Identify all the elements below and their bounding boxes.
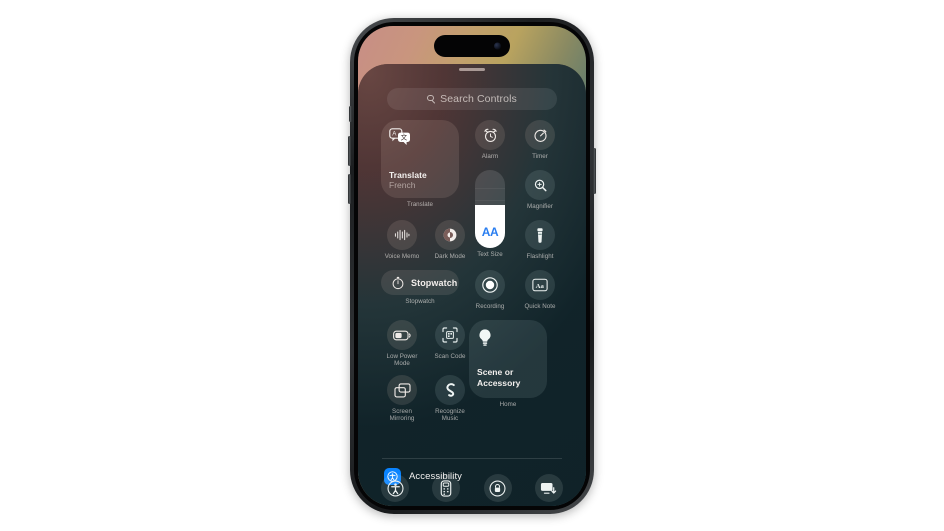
magnifier-icon (533, 178, 548, 193)
control-stopwatch[interactable]: Stopwatch Stopwatch (381, 270, 459, 305)
svg-text:Aa: Aa (536, 283, 545, 290)
translate-subtitle: French (389, 180, 416, 190)
home-label: Home (499, 401, 517, 408)
recognize-music-label: Recognize Music (435, 408, 465, 423)
power-button[interactable] (593, 148, 596, 194)
low-power-mode-label: Low Power Mode (386, 353, 418, 368)
stopwatch-tile[interactable]: Stopwatch (381, 270, 459, 295)
search-controls-field[interactable]: Search Controls (387, 88, 557, 110)
text-size-label: Text Size (477, 251, 503, 258)
control-screen-mirroring[interactable]: Screen Mirroring (381, 375, 423, 423)
low-power-mode-button[interactable] (387, 320, 417, 350)
waveform-icon (394, 228, 410, 242)
dark-mode-label: Dark Mode (434, 253, 466, 260)
control-translate[interactable]: A 文 Translate French Translate (381, 120, 459, 208)
scan-code-label: Scan Code (434, 353, 466, 360)
translate-tile[interactable]: A 文 Translate French (381, 120, 459, 198)
flashlight-button[interactable] (525, 220, 555, 250)
remote-icon[interactable] (432, 474, 461, 502)
control-center-divider (382, 458, 562, 459)
control-home-scene[interactable]: Scene or Accessory Home (469, 320, 547, 408)
screen-mirroring-button[interactable] (387, 375, 417, 405)
control-flashlight[interactable]: Flashlight (519, 220, 561, 260)
alarm-button[interactable] (475, 120, 505, 150)
phone-screen: Search Controls A 文 Translate French Tra… (358, 26, 586, 506)
control-recognize-music[interactable]: Recognize Music (429, 375, 471, 423)
accessibility-person-icon[interactable] (381, 474, 409, 502)
screen-mirroring-icon (393, 382, 411, 398)
control-low-power-mode[interactable]: Low Power Mode (381, 320, 423, 368)
control-center-dock (381, 474, 563, 502)
flashlight-icon (533, 227, 547, 243)
alarm-clock-icon (483, 128, 498, 143)
timer-icon (533, 128, 548, 143)
control-recording[interactable]: Recording (469, 270, 511, 310)
recording-button[interactable] (475, 270, 505, 300)
screen-mirroring-label: Screen Mirroring (389, 408, 415, 423)
svg-text:A: A (392, 131, 397, 138)
control-voice-memo[interactable]: Voice Memo (381, 220, 423, 260)
quick-note-button[interactable]: Aa (525, 270, 555, 300)
recording-label: Recording (475, 303, 505, 310)
recognize-music-button[interactable] (435, 375, 465, 405)
lightbulb-icon (477, 328, 539, 350)
volume-down-button[interactable] (348, 174, 351, 204)
magnifier-button[interactable] (525, 170, 555, 200)
silent-switch-button[interactable] (349, 106, 352, 122)
control-dark-mode[interactable]: Dark Mode (429, 220, 471, 260)
control-timer[interactable]: Timer (519, 120, 561, 160)
front-camera-icon (494, 42, 501, 50)
control-alarm[interactable]: Alarm (469, 120, 511, 160)
quick-note-icon: Aa (532, 278, 548, 292)
svg-text:文: 文 (401, 133, 408, 142)
flashlight-label: Flashlight (526, 253, 554, 260)
control-magnifier[interactable]: Magnifier (519, 170, 561, 210)
search-icon (427, 94, 436, 104)
stopwatch-icon (391, 276, 405, 290)
search-placeholder-text: Search Controls (440, 93, 517, 105)
aa-text-icon: AA (481, 225, 499, 239)
timer-button[interactable] (525, 120, 555, 150)
alarm-label: Alarm (481, 153, 499, 160)
translate-title: Translate (389, 170, 427, 180)
quick-note-label: Quick Note (524, 303, 556, 310)
record-dot-icon (481, 276, 499, 294)
stopwatch-title: Stopwatch (411, 277, 458, 288)
voice-memo-label: Voice Memo (384, 253, 420, 260)
control-text-size[interactable]: AA Text Size (469, 170, 511, 258)
control-scan-code[interactable]: Scan Code (429, 320, 471, 360)
stopwatch-label: Stopwatch (405, 298, 435, 305)
shazam-icon (442, 382, 459, 399)
rotation-lock-icon[interactable] (483, 474, 512, 502)
voice-memo-button[interactable] (387, 220, 417, 250)
dark-mode-button[interactable] (435, 220, 465, 250)
control-center-grabber[interactable] (459, 68, 485, 71)
home-scene-tile[interactable]: Scene or Accessory (469, 320, 547, 398)
scan-code-button[interactable] (435, 320, 465, 350)
translate-bubbles-icon: A 文 (389, 128, 451, 146)
battery-icon (393, 330, 411, 341)
control-quick-note[interactable]: Aa Quick Note (519, 270, 561, 310)
dark-mode-circle-icon (442, 227, 458, 243)
translate-label: Translate (406, 201, 433, 208)
timer-label: Timer (532, 153, 548, 160)
scan-code-icon (442, 327, 458, 343)
text-size-slider[interactable]: AA (475, 170, 505, 248)
dynamic-island[interactable] (434, 35, 510, 57)
screen-mirroring-dock-icon[interactable] (534, 474, 563, 502)
iphone-device-frame: Search Controls A 文 Translate French Tra… (348, 18, 596, 514)
volume-up-button[interactable] (348, 136, 351, 166)
magnifier-label: Magnifier (527, 203, 553, 210)
home-scene-title: Scene or Accessory (477, 367, 521, 388)
